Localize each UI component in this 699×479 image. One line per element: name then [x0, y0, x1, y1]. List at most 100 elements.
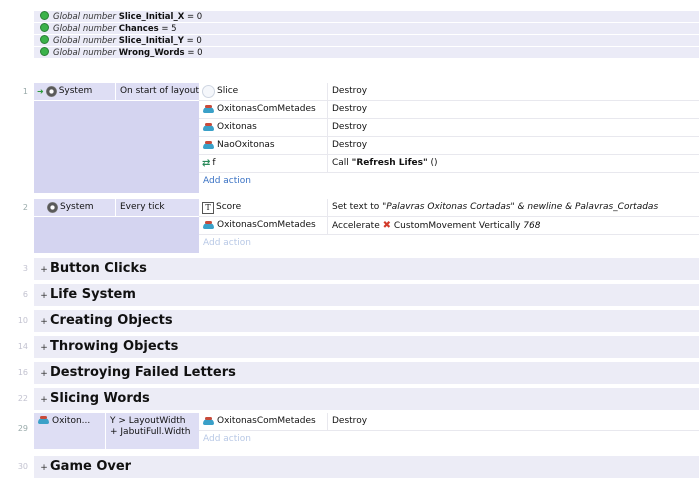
event-group-destroying-failed-letters[interactable]: + Destroying Failed Letters — [34, 362, 699, 385]
global-var-row[interactable]: Global number Slice_Initial_X = 0 — [34, 11, 699, 23]
condition-text: Every tick — [120, 202, 165, 212]
action-column[interactable]: Slice Destroy OxitonasComMetades Destroy O… — [199, 83, 699, 190]
var-value: = 0 — [186, 12, 203, 22]
var-value: = 0 — [187, 48, 203, 58]
action-row[interactable]: OxitonasComMetades Destroy — [199, 101, 699, 119]
event-block[interactable]: ➜ System On start of layout Slice Destroy … — [34, 83, 699, 193]
expand-icon[interactable]: + — [40, 363, 48, 385]
condition-object-label: System — [58, 86, 93, 96]
action-object-label: OxitonasComMetades — [217, 104, 316, 114]
event-block[interactable]: System Every tick T Score Set text to "Pal… — [34, 199, 699, 253]
expand-icon[interactable]: + — [40, 337, 48, 359]
expand-icon[interactable]: + — [40, 259, 48, 281]
group-number: 16 — [17, 368, 28, 377]
text-object-icon: T — [202, 201, 214, 214]
var-value: = 0 — [186, 36, 202, 46]
condition-text: Y > LayoutWidth + JabutiFull.Width — [106, 413, 190, 449]
group-title: Button Clicks — [50, 261, 147, 276]
action-row[interactable]: Slice Destroy — [199, 83, 699, 101]
group-number: 14 — [17, 342, 28, 351]
action-object-label: Oxitonas — [217, 122, 257, 132]
action-object: Oxitonas — [199, 119, 328, 136]
condition-column[interactable]: System Every tick — [34, 199, 199, 253]
global-var-row[interactable]: Global number Wrong_Words = 0 — [34, 47, 699, 59]
function-name: "Refresh Lifes" — [351, 158, 428, 168]
action-expression: "Palavras Oxitonas Cortadas" & newline &… — [382, 202, 659, 212]
condition-object[interactable]: System — [34, 199, 116, 216]
action-row[interactable]: T Score Set text to "Palavras Oxitonas Cor… — [199, 199, 699, 217]
var-name: Slice_Initial_X — [118, 12, 185, 22]
group-title: Slicing Words — [50, 391, 150, 406]
condition-object-label: System — [60, 202, 94, 212]
event-group-throwing-objects[interactable]: + Throwing Objects — [34, 336, 699, 359]
action-column[interactable]: T Score Set text to "Palavras Oxitonas Cor… — [199, 199, 699, 252]
action-object-label: f — [212, 158, 216, 168]
action-text: Set text to "Palavras Oxitonas Cortadas"… — [328, 199, 658, 216]
condition-column[interactable]: Oxiton... Y > LayoutWidth + JabutiFull.W… — [34, 413, 199, 452]
group-number: 3 — [22, 264, 28, 273]
expand-icon[interactable]: + — [40, 457, 48, 479]
event-group-creating-objects[interactable]: + Creating Objects — [34, 310, 699, 333]
action-text: Destroy — [332, 86, 368, 96]
expand-icon[interactable]: + — [40, 285, 48, 307]
action-row[interactable]: OxitonasComMetades Accelerate ✖ CustomMov… — [199, 217, 699, 235]
action-text: Destroy — [332, 416, 368, 426]
event-number: 29 — [17, 424, 28, 433]
function-icon: ⇄ — [202, 158, 211, 169]
action-text: Call "Refresh Lifes" () — [328, 155, 438, 172]
action-row[interactable]: OxitonasComMetades Destroy — [199, 413, 699, 431]
event-group-slicing-words[interactable]: + Slicing Words — [34, 388, 699, 411]
condition-object[interactable]: ➜ System — [34, 83, 116, 100]
condition-line: Y > LayoutWidth — [110, 416, 186, 426]
action-row[interactable]: Oxitonas Destroy — [199, 119, 699, 137]
action-column[interactable]: OxitonasComMetades Destroy Add action — [199, 413, 699, 448]
var-name: Chances — [118, 24, 159, 34]
action-object: OxitonasComMetades — [199, 101, 328, 118]
event-block[interactable]: Oxiton... Y > LayoutWidth + JabutiFull.W… — [34, 413, 699, 452]
action-expression: 768 — [523, 221, 541, 231]
global-variable-icon — [40, 11, 49, 20]
action-object-label: Slice — [217, 86, 239, 96]
add-action-link[interactable]: Add action — [199, 235, 699, 252]
action-object: ⇄ f — [199, 155, 328, 172]
global-variables: Global number Slice_Initial_X = 0 Global… — [34, 11, 699, 59]
action-object-label: NaoOxitonas — [217, 140, 275, 150]
var-kind: Global number — [53, 48, 116, 58]
add-action-link[interactable]: Add action — [199, 431, 699, 448]
action-text-pre: Call — [332, 158, 352, 168]
condition-object[interactable]: Oxiton... — [34, 413, 106, 452]
expand-icon[interactable]: + — [40, 311, 48, 333]
group-title: Destroying Failed Letters — [50, 365, 236, 380]
sprite-icon — [202, 141, 215, 150]
global-var-row[interactable]: Global number Slice_Initial_Y = 0 — [34, 35, 699, 47]
action-object: OxitonasComMetades — [199, 413, 328, 430]
custom-movement-icon: ✖ — [382, 220, 392, 231]
action-text: Accelerate ✖ CustomMovement Vertically 7… — [328, 217, 540, 234]
condition-row[interactable]: ➜ System On start of layout — [34, 83, 199, 101]
action-row[interactable]: ⇄ f Call "Refresh Lifes" () — [199, 155, 699, 173]
group-number: 10 — [17, 316, 28, 325]
system-gear-icon — [47, 202, 58, 213]
sprite-icon — [202, 417, 215, 426]
var-kind: Global number — [53, 24, 116, 34]
condition-row[interactable]: Oxiton... Y > LayoutWidth + JabutiFull.W… — [34, 413, 199, 452]
group-title: Creating Objects — [50, 313, 173, 328]
global-variable-icon — [40, 23, 49, 32]
event-group-life-system[interactable]: + Life System — [34, 284, 699, 307]
var-kind: Global number — [53, 36, 116, 46]
add-action-link[interactable]: Add action — [199, 173, 699, 190]
action-text: Destroy — [332, 140, 368, 150]
global-variable-icon — [40, 47, 49, 56]
expand-icon[interactable]: + — [40, 389, 48, 411]
condition-row[interactable]: System Every tick — [34, 199, 199, 217]
group-title: Throwing Objects — [50, 339, 179, 354]
condition-column[interactable]: ➜ System On start of layout — [34, 83, 199, 193]
global-var-row[interactable]: Global number Chances = 5 — [34, 23, 699, 35]
group-number: 6 — [22, 290, 28, 299]
action-object-label: OxitonasComMetades — [217, 220, 316, 230]
action-row[interactable]: NaoOxitonas Destroy — [199, 137, 699, 155]
slice-icon — [202, 85, 215, 98]
action-text-pre: Set text to — [332, 202, 383, 212]
group-number: 30 — [17, 462, 28, 471]
event-group-button-clicks[interactable]: + Button Clicks — [34, 258, 699, 281]
